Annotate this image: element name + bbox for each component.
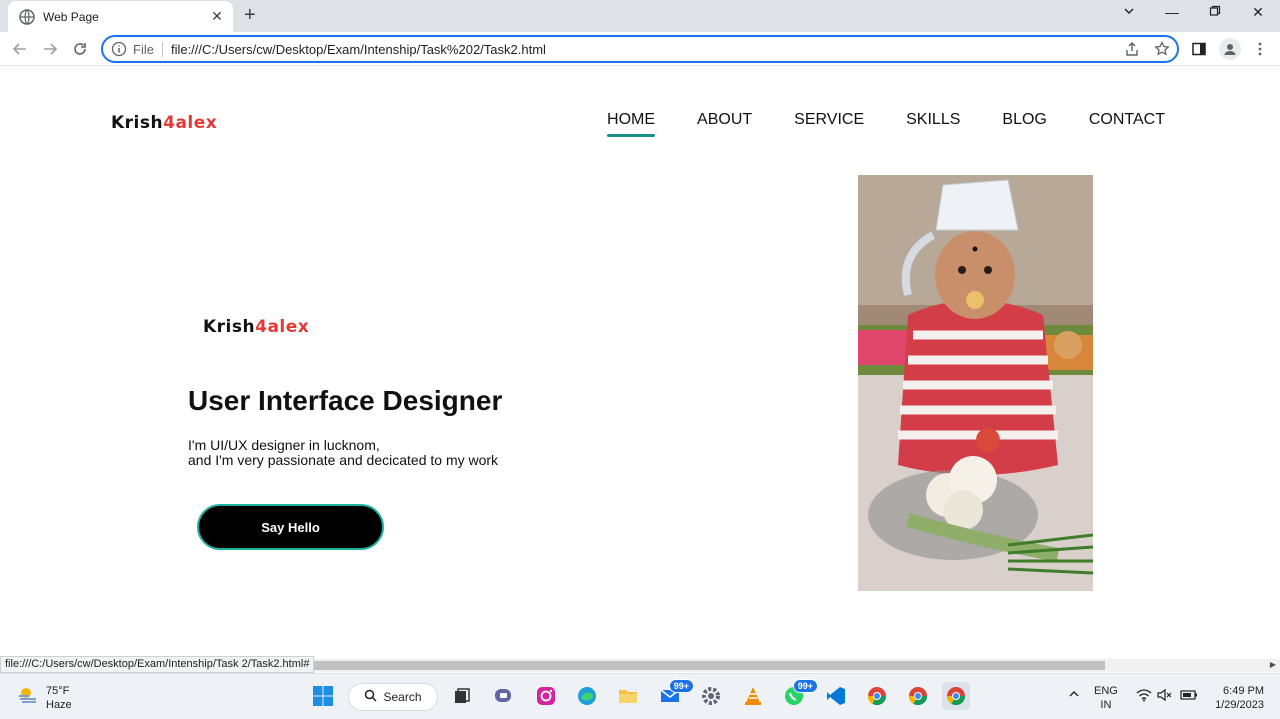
mail-badge: 99+ [668,679,694,693]
tab-strip: Web Page ✕ + — ✕ [0,0,1280,32]
share-icon[interactable] [1124,41,1140,57]
clock[interactable]: 6:49 PM 1/29/2023 [1208,684,1264,712]
minimize-icon[interactable]: — [1160,4,1184,20]
chrome-profile-1-icon[interactable] [863,682,891,710]
nav-about[interactable]: ABOUT [697,111,752,137]
tab-title: Web Page [43,9,99,24]
scroll-right-arrow-icon[interactable]: ▶ [1270,660,1276,669]
weather-temp: 75°F [46,684,70,697]
weather-widget[interactable]: 75°F Haze [16,683,72,712]
task-view-icon[interactable] [448,682,476,710]
windows-start-icon[interactable] [309,682,337,710]
search-icon [364,689,378,705]
logo-text-krish: Krish [111,113,164,133]
whatsapp-badge: 99+ [792,679,818,693]
tab-search-chevron-icon[interactable] [1117,4,1141,20]
globe-icon [19,8,35,25]
chrome-profile-2-icon[interactable] [904,682,932,710]
vlc-icon[interactable] [739,682,767,710]
nav-home[interactable]: HOME [607,111,656,137]
link-status-bar: file:///C:/Users/cw/Desktop/Exam/Intensh… [0,656,315,673]
language-label: ENG [1094,685,1118,697]
hero-logo-text-krish: Krish [203,317,256,337]
menu-kebab-icon[interactable] [1252,41,1268,57]
weather-desc: Haze [46,698,72,711]
close-tab-icon[interactable]: ✕ [209,8,225,25]
say-hello-button[interactable]: Say Hello [197,504,384,550]
taskbar-search-button[interactable]: Search [348,683,438,711]
reload-icon[interactable] [69,38,91,60]
hero-logo: Krish4alex [203,317,309,337]
forward-icon[interactable] [39,38,61,60]
hero-text-line-1: I'm UI/UX designer in lucknom, [188,437,380,453]
nav-blog[interactable]: BLOG [1002,111,1046,137]
info-icon[interactable] [111,41,127,57]
restore-icon[interactable] [1203,4,1227,20]
clock-date: 1/29/2023 [1215,699,1264,711]
address-bar[interactable]: File file:///C:/Users/cw/Desktop/Exam/In… [101,35,1179,63]
bookmark-star-icon[interactable] [1154,41,1170,57]
main-nav: HOME ABOUT SERVICE SKILLS BLOG CONTACT [607,111,1165,137]
language-indicator[interactable]: ENG IN [1094,684,1118,712]
clock-time: 6:49 PM [1223,685,1264,697]
hero-text-line-2: and I'm very passionate and decicated to… [188,452,499,468]
volume-muted-icon[interactable] [1157,688,1173,706]
side-panel-icon[interactable] [1191,41,1207,57]
hero-photo [858,175,1093,591]
whatsapp-icon[interactable]: 99+ [780,679,818,710]
teams-chat-icon[interactable] [490,682,518,710]
header-logo[interactable]: Krish4alex [111,113,217,133]
logo-text-4alex: 4alex [163,113,218,133]
web-page: Krish4alex HOME ABOUT SERVICE SKILLS BLO… [0,67,1280,659]
show-hidden-icons-chevron-icon[interactable] [1068,688,1080,704]
battery-icon[interactable] [1180,688,1198,706]
back-icon[interactable] [9,38,31,60]
nav-contact[interactable]: CONTACT [1089,111,1165,137]
profile-avatar-icon[interactable] [1219,38,1241,60]
windows-taskbar: 75°F Haze Search 99+ 99+ ENG IN 6:49 PM … [0,673,1280,719]
hero-logo-text-4alex: 4alex [255,317,310,337]
vscode-icon[interactable] [822,682,850,710]
browser-tab[interactable]: Web Page ✕ [8,1,233,32]
mail-icon[interactable]: 99+ [656,679,694,710]
close-window-icon[interactable]: ✕ [1246,4,1270,21]
file-explorer-icon[interactable] [614,682,642,710]
wifi-icon[interactable] [1136,688,1152,706]
nav-skills[interactable]: SKILLS [906,111,960,137]
hero-title: User Interface Designer [188,385,503,416]
scheme-label: File [133,41,163,57]
url-text[interactable]: file:///C:/Users/cw/Desktop/Exam/Intensh… [171,42,1177,57]
edge-browser-icon[interactable] [573,682,601,710]
browser-toolbar: File file:///C:/Users/cw/Desktop/Exam/In… [0,32,1280,66]
settings-gear-icon[interactable] [697,682,725,710]
nav-service[interactable]: SERVICE [794,111,864,137]
region-label: IN [1100,699,1112,711]
weather-haze-icon [16,683,40,712]
search-label: Search [383,690,422,704]
instagram-icon[interactable] [532,682,560,710]
chrome-active-icon[interactable] [942,682,970,710]
new-tab-icon[interactable]: + [244,5,256,25]
scrollbar-thumb[interactable] [310,661,1105,670]
